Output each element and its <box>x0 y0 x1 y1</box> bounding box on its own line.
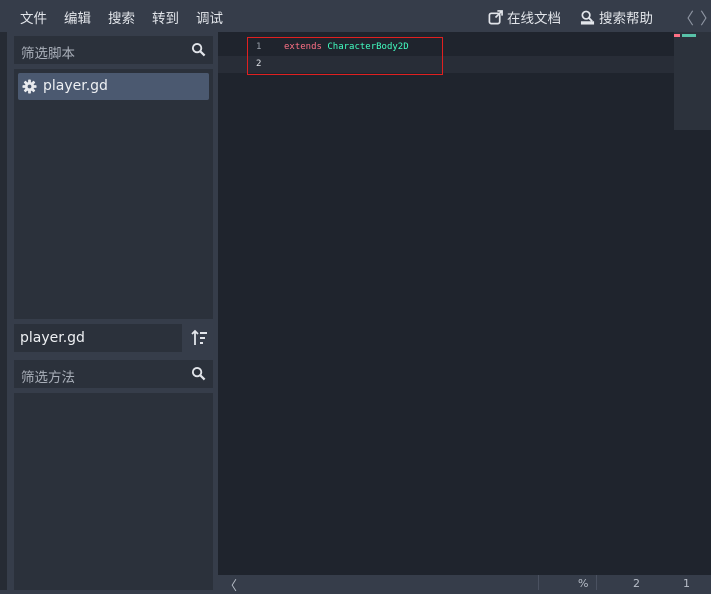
method-filter-input[interactable]: 筛选方法 <box>14 360 213 388</box>
menu-goto[interactable]: 转到 <box>152 7 179 27</box>
menu-file[interactable]: 文件 <box>20 7 47 27</box>
menu-search[interactable]: 搜索 <box>108 7 135 27</box>
nav-back-arrow[interactable]: 〈 <box>678 5 694 29</box>
menu-debug[interactable]: 调试 <box>196 7 223 27</box>
script-list-item[interactable]: player.gd <box>18 73 209 100</box>
script-list-item-label: player.gd <box>43 78 108 94</box>
status-back-arrow[interactable]: 〈 <box>224 575 237 594</box>
nav-forward-arrow[interactable]: 〉 <box>700 5 711 29</box>
sort-icon <box>191 329 207 345</box>
cursor-column: 1 <box>683 577 690 590</box>
search-icon <box>191 42 206 57</box>
cursor-line: 2 <box>633 577 640 590</box>
sort-methods-button[interactable] <box>185 324 213 352</box>
search-help-label: 搜索帮助 <box>599 11 653 27</box>
script-list: player.gd <box>14 69 213 319</box>
minimap-type-mark <box>682 34 696 37</box>
method-list <box>14 393 213 590</box>
script-filter-input[interactable]: 筛选脚本 <box>14 36 213 64</box>
left-dock-edge <box>0 32 7 590</box>
external-link-icon <box>488 9 503 24</box>
gear-icon <box>22 79 37 94</box>
doc-search-icon <box>580 10 595 25</box>
search-help-button[interactable]: 搜索帮助 <box>580 7 653 27</box>
annotation-highlight-box <box>247 37 443 75</box>
menu-edit[interactable]: 编辑 <box>64 7 91 27</box>
online-docs-button[interactable]: 在线文档 <box>488 7 561 27</box>
online-docs-label: 在线文档 <box>507 11 561 27</box>
minimap-keyword-mark <box>674 34 680 37</box>
status-bar: 〈 % 2 1 <box>218 575 711 594</box>
current-script-name: player.gd <box>14 324 182 352</box>
search-icon <box>191 366 206 381</box>
script-filter-placeholder: 筛选脚本 <box>21 46 75 62</box>
zoom-level[interactable]: % <box>578 577 588 590</box>
status-divider <box>538 575 539 590</box>
status-divider <box>596 575 597 590</box>
minimap[interactable] <box>674 32 711 130</box>
menu-bar: 文件 编辑 搜索 转到 调试 在线文档 搜索帮助 〈 〉 <box>0 0 711 32</box>
current-script-label: player.gd <box>20 330 85 346</box>
code-editor[interactable]: 1 2 extends CharacterBody2D <box>218 32 711 575</box>
method-filter-placeholder: 筛选方法 <box>21 370 75 386</box>
